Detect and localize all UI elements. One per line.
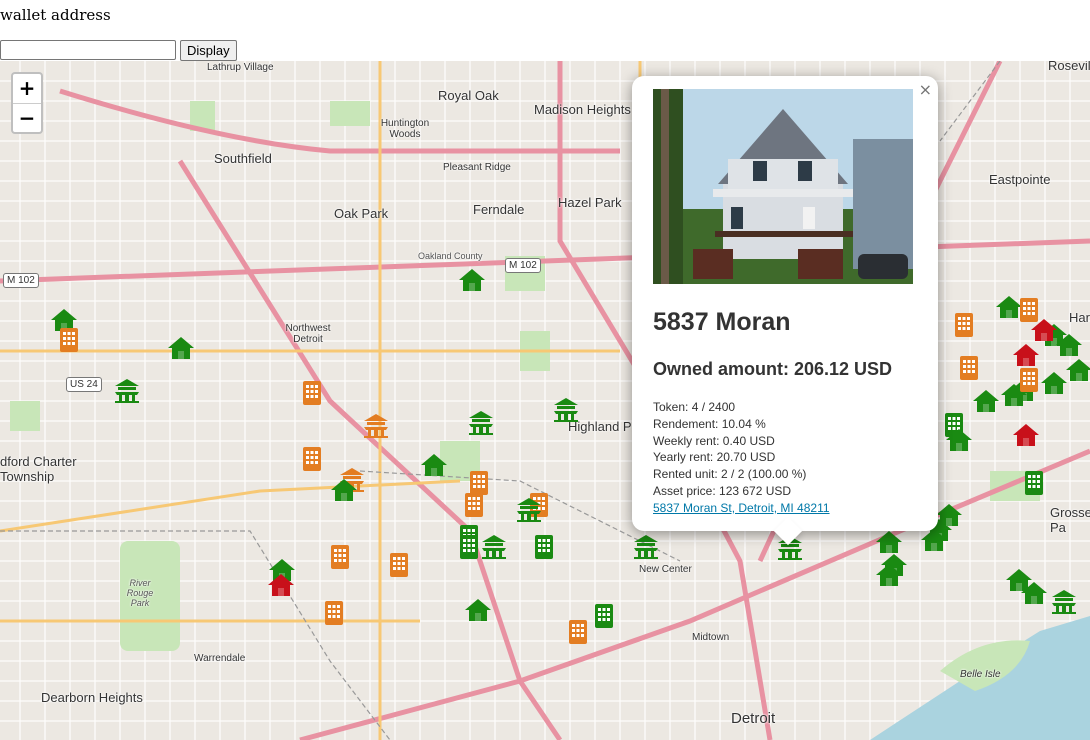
address-link[interactable]: 5837 Moran St, Detroit, MI 48211 (653, 501, 830, 515)
property-popup: × 5837 Moran Owned amount: 206.12 USD To… (632, 76, 938, 546)
place-label: New Center (639, 564, 692, 575)
place-label: Lathrup Village (207, 62, 274, 73)
pagoda-marker-green[interactable] (1050, 588, 1078, 616)
building-marker-orange[interactable] (385, 551, 413, 579)
place-label: Madison Heights (534, 102, 631, 117)
place-label: Huntington Woods (380, 118, 430, 140)
building-marker-orange[interactable] (950, 311, 978, 339)
route-shield: M 102 (505, 258, 541, 273)
place-label: Northwest Detroit (285, 323, 331, 345)
place-label: Warrendale (194, 653, 246, 664)
house-marker-green[interactable] (464, 596, 492, 624)
place-label: Belle Isle (960, 669, 1001, 680)
place-label: Midtown (692, 632, 730, 643)
house-marker-green[interactable] (167, 334, 195, 362)
map[interactable]: + − Lathrup Village Royal Oak Madison He… (0, 61, 1090, 740)
wallet-form: Display (0, 40, 237, 61)
house-marker-green[interactable] (1020, 579, 1048, 607)
house-marker-green[interactable] (458, 266, 486, 294)
building-marker-orange[interactable] (955, 354, 983, 382)
building-marker-orange[interactable] (298, 445, 326, 473)
asset-price-text: Asset price: 123 672 USD (653, 483, 792, 498)
token-text: Token: 4 / 2400 (653, 400, 736, 414)
zoom-out-button[interactable]: − (13, 104, 41, 133)
house-marker-red[interactable] (1012, 421, 1040, 449)
pagoda-marker-green[interactable] (552, 396, 580, 424)
rendement-text: Rendement: 10.04 % (653, 416, 766, 431)
place-label: Oakland County (418, 251, 483, 261)
display-button[interactable]: Display (180, 40, 237, 61)
building-marker-orange[interactable] (320, 599, 348, 627)
place-label: Oak Park (334, 206, 389, 221)
place-label: Southfield (214, 151, 272, 166)
house-marker-green[interactable] (875, 561, 903, 589)
pagoda-marker-green[interactable] (515, 496, 543, 524)
house-marker-green[interactable] (1040, 369, 1068, 397)
rented-unit-text: Rented unit: 2 / 2 (100.00 %) (653, 467, 807, 482)
house-marker-green[interactable] (330, 476, 358, 504)
house-marker-green[interactable] (945, 426, 973, 454)
house-marker-red[interactable] (1012, 341, 1040, 369)
pagoda-marker-green[interactable] (113, 377, 141, 405)
property-photo (653, 89, 913, 284)
building-marker-green[interactable] (590, 602, 618, 630)
place-label: Dearborn Heights (41, 690, 143, 705)
building-marker-orange[interactable] (564, 618, 592, 646)
zoom-in-button[interactable]: + (13, 74, 41, 104)
house-marker-green[interactable] (1065, 356, 1090, 384)
pagoda-marker-green[interactable] (467, 409, 495, 437)
yearly-rent-text: Yearly rent: 20.70 USD (653, 450, 776, 465)
route-shield: US 24 (66, 377, 102, 392)
building-marker-green[interactable] (530, 533, 558, 561)
close-icon[interactable]: × (919, 80, 932, 99)
building-marker-green[interactable] (455, 533, 483, 561)
house-marker-green[interactable] (972, 387, 1000, 415)
house-marker-red[interactable] (1030, 316, 1058, 344)
building-marker-orange[interactable] (298, 379, 326, 407)
house-marker-green[interactable] (1055, 331, 1083, 359)
owned-amount: Owned amount: 206.12 USD (653, 359, 893, 379)
place-label: Har (1069, 310, 1090, 325)
route-shield: M 102 (3, 273, 39, 288)
place-label: Detroit (731, 710, 776, 727)
pagoda-marker-orange[interactable] (362, 412, 390, 440)
place-label: Grosse Pa (1050, 505, 1090, 535)
weekly-rent-text: Weekly rent: 0.40 USD (653, 433, 775, 448)
wallet-label: wallet address (0, 6, 111, 24)
place-label: Ferndale (473, 202, 525, 217)
building-marker-orange[interactable] (326, 543, 354, 571)
place-label: Royal Oak (438, 88, 499, 103)
building-marker-orange[interactable] (1015, 366, 1043, 394)
place-label: dford Charter Township (0, 454, 77, 484)
zoom-control: + − (11, 72, 43, 134)
wallet-address-input[interactable] (0, 40, 176, 60)
building-marker-orange[interactable] (55, 326, 83, 354)
building-marker-orange[interactable] (460, 491, 488, 519)
popup-title: 5837 Moran (653, 308, 791, 336)
place-label: River Rouge Park (126, 578, 154, 608)
house-marker-red[interactable] (267, 571, 295, 599)
place-label: Hazel Park (558, 195, 622, 210)
place-label: Roseville (1048, 61, 1090, 73)
house-marker-green[interactable] (420, 451, 448, 479)
pagoda-marker-green[interactable] (480, 533, 508, 561)
place-label: Pleasant Ridge (443, 162, 511, 173)
house-marker-green[interactable] (935, 501, 963, 529)
property-details: Token: 4 / 2400 Rendement: 10.04 % Weekl… (653, 399, 830, 517)
pagoda-marker-green[interactable] (632, 533, 660, 561)
place-label: Eastpointe (989, 172, 1051, 187)
building-marker-green[interactable] (1020, 469, 1048, 497)
